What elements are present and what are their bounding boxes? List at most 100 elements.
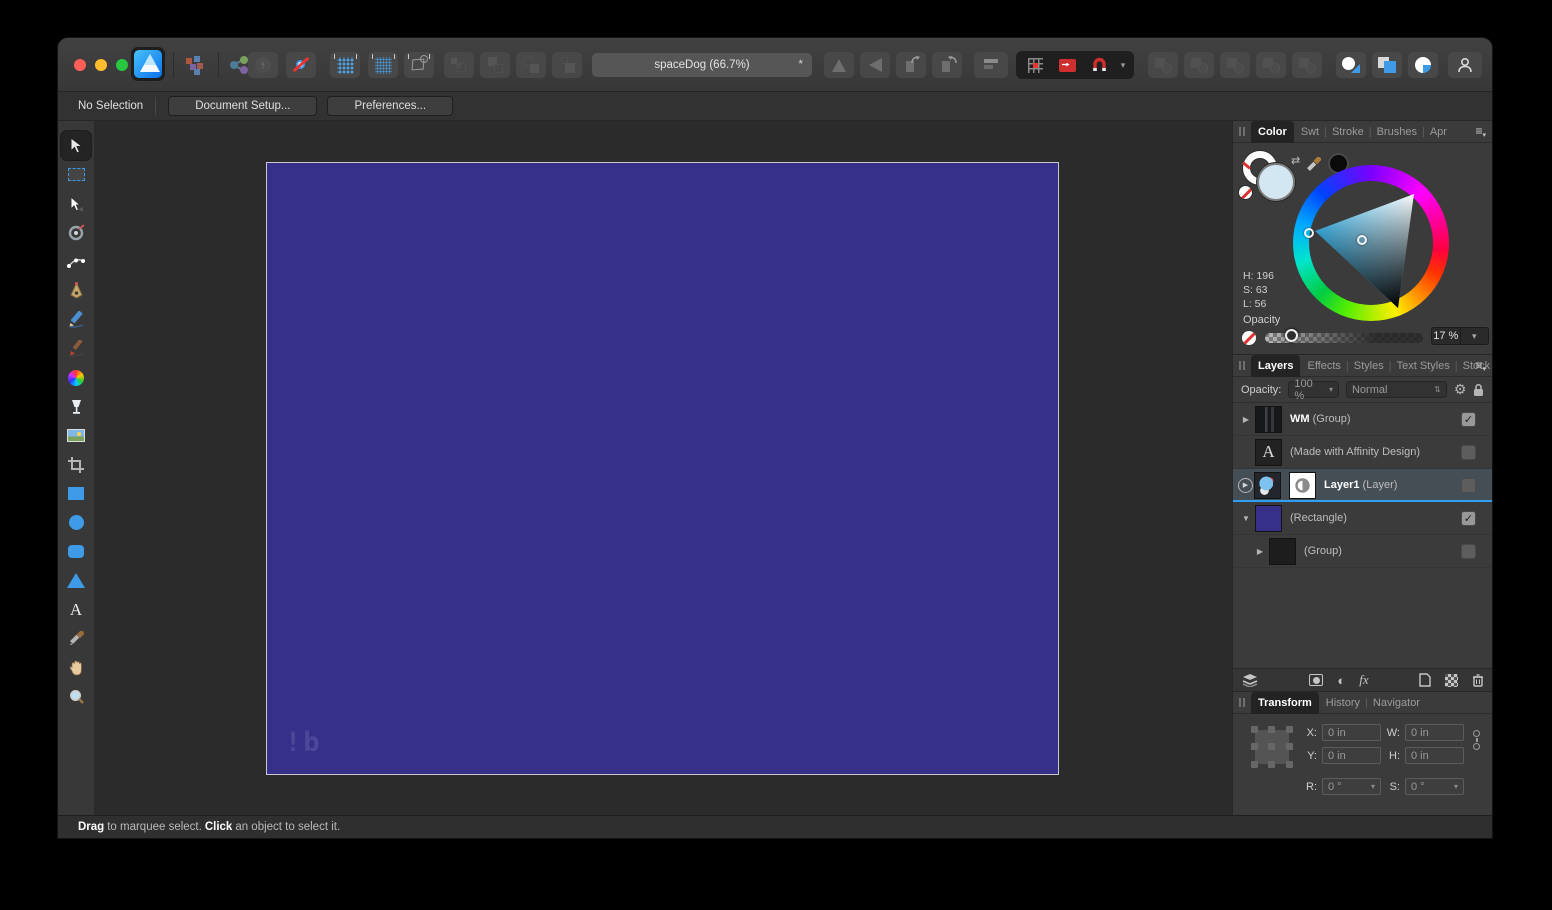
color-wheel[interactable]: [1293, 165, 1449, 321]
zoom-tool[interactable]: [61, 682, 91, 711]
fill-tool[interactable]: [61, 363, 91, 392]
rotate-cw-button[interactable]: [932, 52, 962, 78]
layer-settings-gear-icon[interactable]: ⚙: [1454, 381, 1467, 398]
saturation-triangle[interactable]: [1293, 165, 1449, 321]
tab-history[interactable]: History: [1319, 694, 1367, 712]
ellipse-tool[interactable]: [61, 508, 91, 537]
layer-visibility-checkbox[interactable]: ✓: [1461, 412, 1476, 427]
opacity-caret-icon[interactable]: ▾: [1460, 328, 1489, 344]
opacity-none-icon[interactable]: [1242, 331, 1256, 345]
rectangle-tool[interactable]: [61, 479, 91, 508]
layer-visibility-checkbox[interactable]: ✓: [1461, 511, 1476, 526]
hue-selector[interactable]: [1304, 228, 1314, 238]
zoom-window-button[interactable]: [116, 59, 128, 71]
point-transform-tool[interactable]: [61, 218, 91, 247]
designer-persona-button[interactable]: [131, 47, 165, 81]
move-to-back-button[interactable]: [444, 52, 474, 78]
expand-chevron-circle-icon[interactable]: ▶: [1238, 478, 1253, 493]
account-button[interactable]: [1448, 52, 1482, 78]
panel-grip-icon[interactable]: [1239, 698, 1245, 707]
expand-chevron-icon[interactable]: ▶: [1251, 547, 1269, 556]
x-input[interactable]: 0 in: [1322, 724, 1381, 741]
tab-styles[interactable]: Styles: [1347, 357, 1391, 375]
forward-one-button[interactable]: [516, 52, 546, 78]
boolean-add-button[interactable]: [1148, 52, 1178, 78]
boolean-combine-button[interactable]: [1292, 52, 1322, 78]
rotate-ccw-button[interactable]: [896, 52, 926, 78]
flip-horizontal-button[interactable]: [860, 52, 890, 78]
tab-stroke[interactable]: Stroke: [1325, 123, 1371, 141]
pen-tool[interactable]: [61, 276, 91, 305]
layer-effects-icon[interactable]: fx: [1359, 672, 1368, 688]
tab-stock[interactable]: Stock: [1456, 357, 1492, 375]
layers-panel-menu-icon[interactable]: ≡▾: [1475, 358, 1486, 373]
flip-vertical-button[interactable]: [824, 52, 854, 78]
view-tool[interactable]: [61, 653, 91, 682]
layer-row-made-with[interactable]: A (Made with Affinity Design): [1233, 436, 1492, 469]
add-adjustment-icon[interactable]: ◐: [1337, 673, 1345, 688]
color-panel-menu-icon[interactable]: ≡▾: [1475, 124, 1486, 139]
rotation-dropdown[interactable]: 0 °▾: [1322, 778, 1381, 795]
snapping-options-caret[interactable]: ▾: [1115, 53, 1131, 77]
place-image-tool[interactable]: [61, 421, 91, 450]
back-one-button[interactable]: [480, 52, 510, 78]
document-title[interactable]: spaceDog (66.7%) *: [592, 53, 812, 77]
insert-inside-button[interactable]: [1051, 53, 1083, 77]
lock-layer-icon[interactable]: [1473, 383, 1484, 397]
layer-row-layer1[interactable]: ▶ Layer1 (Layer): [1233, 469, 1492, 502]
corner-tool[interactable]: [61, 247, 91, 276]
snapping-magnet-button[interactable]: [1083, 53, 1115, 77]
node-tool[interactable]: [61, 189, 91, 218]
expand-chevron-icon[interactable]: ▶: [1237, 415, 1255, 424]
no-color-swatch[interactable]: [1238, 185, 1253, 200]
move-tool[interactable]: [61, 131, 91, 160]
layer-row-group[interactable]: ▶ (Group): [1233, 535, 1492, 568]
tab-navigator[interactable]: Navigator: [1366, 694, 1427, 712]
layer-visibility-checkbox[interactable]: [1461, 478, 1476, 493]
tab-brushes[interactable]: Brushes: [1370, 123, 1424, 141]
transparency-tool[interactable]: [61, 392, 91, 421]
preferences-button[interactable]: Preferences...: [327, 96, 453, 116]
boolean-subtract-button[interactable]: [1184, 52, 1214, 78]
h-input[interactable]: 0 in: [1405, 747, 1464, 764]
saturation-selector[interactable]: [1357, 235, 1367, 245]
artistic-text-tool[interactable]: A: [61, 595, 91, 624]
move-to-front-button[interactable]: [552, 52, 582, 78]
tab-layers[interactable]: Layers: [1251, 355, 1300, 377]
y-input[interactable]: 0 in: [1322, 747, 1381, 764]
minimize-window-button[interactable]: [95, 59, 107, 71]
vector-crop-tool[interactable]: [61, 450, 91, 479]
tab-appearance[interactable]: Apr: [1423, 123, 1454, 141]
pencil-tool[interactable]: [61, 305, 91, 334]
layer-options-icon[interactable]: [1241, 673, 1259, 687]
link-dimensions-icon[interactable]: [1473, 730, 1480, 750]
shape-tool[interactable]: [61, 566, 91, 595]
new-pixel-layer-icon[interactable]: [1445, 674, 1458, 687]
colour-picker-tool[interactable]: [61, 624, 91, 653]
layer-visibility-checkbox[interactable]: [1461, 544, 1476, 559]
boolean-intersect-button[interactable]: [1220, 52, 1250, 78]
opacity-value-field[interactable]: 17 % ▾: [1431, 327, 1489, 345]
rounded-rectangle-tool[interactable]: [61, 537, 91, 566]
anchor-point-selector[interactable]: [1251, 726, 1293, 768]
layer-row-wm-group[interactable]: ▶ WM (Group) ✓: [1233, 403, 1492, 436]
retina-grid-button[interactable]: [368, 52, 398, 78]
layer-visibility-checkbox[interactable]: [1461, 445, 1476, 460]
fill-swatch[interactable]: [1257, 163, 1295, 201]
panel-grip-icon[interactable]: [1239, 127, 1245, 136]
no-style-button[interactable]: [286, 52, 316, 78]
mesh-warp-button[interactable]: [404, 52, 434, 78]
tab-effects[interactable]: Effects: [1300, 357, 1347, 375]
shear-dropdown[interactable]: 0 °▾: [1405, 778, 1464, 795]
delete-layer-icon[interactable]: [1472, 673, 1484, 687]
tab-color[interactable]: Color: [1251, 121, 1294, 143]
vector-brush-tool[interactable]: [61, 334, 91, 363]
artboard-tool[interactable]: [61, 160, 91, 189]
panel-grip-icon[interactable]: [1239, 361, 1245, 370]
collapse-chevron-icon[interactable]: ▼: [1237, 514, 1255, 523]
insert-inside-selection-button[interactable]: [1408, 52, 1438, 78]
boolean-divide-button[interactable]: [1256, 52, 1286, 78]
tab-transform[interactable]: Transform: [1251, 692, 1319, 714]
close-window-button[interactable]: [74, 59, 86, 71]
tab-text-styles[interactable]: Text Styles: [1390, 357, 1457, 375]
